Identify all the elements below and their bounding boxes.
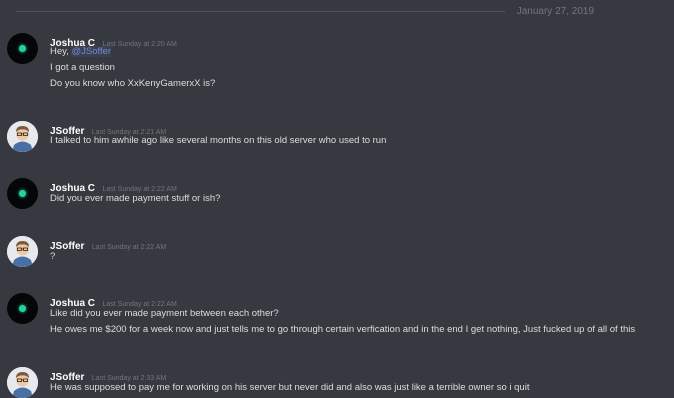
message-line: Did you ever made payment stuff or ish? <box>50 193 221 204</box>
avatar-image <box>7 121 38 152</box>
date-divider-label: January 27, 2019 <box>504 5 606 17</box>
message-line: ? <box>50 251 56 262</box>
avatar[interactable] <box>7 178 38 209</box>
avatar[interactable] <box>7 236 38 267</box>
user-mention[interactable]: @JSoffer <box>71 46 112 57</box>
message-line: Like did you ever made payment between e… <box>50 308 279 319</box>
message-line: He was supposed to pay me for working on… <box>50 382 530 393</box>
avatar-image <box>7 236 38 267</box>
message-line: Hey, @JSoffer <box>50 45 112 59</box>
message-text: Hey, <box>50 46 72 57</box>
avatar-dot <box>19 305 26 312</box>
avatar[interactable] <box>7 121 38 152</box>
message-line: I talked to him awhile ago like several … <box>50 135 387 146</box>
message-header: JSoffer Last Sunday at 2:22 AM <box>50 236 167 252</box>
avatar-image <box>7 367 38 398</box>
timestamp: Last Sunday at 2:20 AM <box>102 41 177 48</box>
message-header: Joshua C Last Sunday at 2:22 AM <box>50 178 177 194</box>
chat-messages: January 27, 2019 Joshua C Last Sunday at… <box>0 0 674 398</box>
avatar-dot <box>19 190 26 197</box>
message-line: I got a question <box>50 62 115 73</box>
date-divider: January 27, 2019 <box>16 0 666 22</box>
message-header: JSoffer Last Sunday at 2:21 AM <box>50 121 166 137</box>
message-line: He owes me $200 for a week now and just … <box>50 324 636 335</box>
avatar-dot <box>19 45 26 52</box>
avatar[interactable] <box>7 33 38 64</box>
message-line: Do you know who XxKenyGamerxX is? <box>50 78 216 89</box>
message-header: Joshua C Last Sunday at 2:22 AM <box>50 293 177 309</box>
timestamp: Last Sunday at 2:22 AM <box>91 244 167 251</box>
avatar[interactable] <box>7 367 38 398</box>
message-header: JSoffer Last Sunday at 2:33 AM <box>50 367 166 383</box>
divider-line <box>16 10 505 12</box>
avatar[interactable] <box>7 293 38 324</box>
